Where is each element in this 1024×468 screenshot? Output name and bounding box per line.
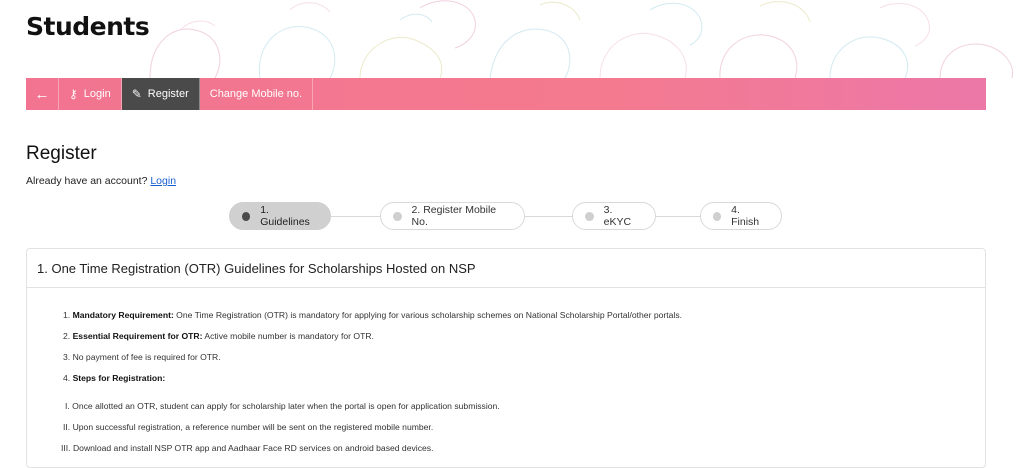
nav-change-mobile-label: Change Mobile no. bbox=[209, 88, 303, 100]
step-dot-icon bbox=[713, 211, 722, 221]
list-item-heading: Steps for Registration: bbox=[72, 373, 166, 383]
top-navbar: ← ⚷ Login ✎ Register Change Mobile no. bbox=[26, 78, 986, 110]
step-register-mobile[interactable]: 2. Register Mobile No. bbox=[380, 202, 525, 230]
back-button[interactable]: ← bbox=[26, 78, 59, 110]
list-item: 4. Steps for Registration: bbox=[63, 373, 165, 383]
list-item-text: Active mobile number is mandatory for OT… bbox=[202, 331, 374, 341]
nav-change-mobile-tab[interactable]: Change Mobile no. bbox=[200, 78, 314, 110]
list-item-number: 1. bbox=[63, 310, 71, 320]
login-link[interactable]: Login bbox=[150, 175, 176, 187]
step-dot-icon bbox=[585, 211, 594, 221]
list-item: 3. No payment of fee is required for OTR… bbox=[63, 352, 221, 362]
nav-login-tab[interactable]: ⚷ Login bbox=[59, 78, 122, 110]
list-item-number: 4. bbox=[63, 373, 71, 383]
registration-stepper: 1. Guidelines 2. Register Mobile No. 3. … bbox=[214, 202, 794, 232]
have-account-text: Already have an account? bbox=[26, 175, 148, 187]
sub-item-text: Download and install NSP OTR app and Aad… bbox=[72, 443, 434, 453]
page-title: Students bbox=[26, 12, 150, 41]
nav-register-label: Register bbox=[147, 88, 189, 100]
step-label: 1. Guidelines bbox=[260, 204, 310, 228]
guidelines-card: 1. One Time Registration (OTR) Guideline… bbox=[26, 248, 986, 468]
sub-item-text: Upon successful registration, a referenc… bbox=[72, 422, 434, 432]
sub-list-item: III. Download and install NSP OTR app an… bbox=[61, 443, 433, 453]
step-dot-icon bbox=[242, 211, 251, 221]
arrow-left-icon: ← bbox=[34, 85, 50, 103]
step-dot-icon bbox=[393, 211, 402, 221]
step-guidelines[interactable]: 1. Guidelines bbox=[229, 202, 331, 230]
step-label: 2. Register Mobile No. bbox=[411, 204, 497, 228]
nav-register-tab[interactable]: ✎ Register bbox=[121, 78, 200, 110]
list-item: 2. Essential Requirement for OTR: Active… bbox=[63, 331, 374, 341]
sub-item-number: III. bbox=[61, 443, 71, 453]
register-title: Register bbox=[26, 143, 97, 164]
sub-item-text: Once allotted an OTR, student can apply … bbox=[72, 401, 500, 411]
edit-icon: ✎ bbox=[131, 87, 142, 101]
sub-list-item: II. Upon successful registration, a refe… bbox=[63, 422, 433, 432]
step-finish[interactable]: 4. Finish bbox=[700, 202, 782, 230]
have-account-line: Already have an account? Login bbox=[26, 175, 176, 187]
list-item-text: No payment of fee is required for OTR. bbox=[72, 352, 221, 362]
list-item-heading: Essential Requirement for OTR: bbox=[72, 331, 203, 341]
key-icon: ⚷ bbox=[69, 87, 78, 101]
list-item-heading: Mandatory Requirement: bbox=[72, 310, 174, 320]
header-banner: Students bbox=[0, 0, 1024, 78]
stepper-connector bbox=[524, 216, 576, 217]
stepper-connector bbox=[330, 216, 382, 217]
nav-login-label: Login bbox=[83, 88, 111, 100]
step-ekyc[interactable]: 3. eKYC bbox=[572, 202, 656, 230]
list-item-number: 2. bbox=[63, 331, 71, 341]
list-item: 1. Mandatory Requirement: One Time Regis… bbox=[63, 310, 682, 320]
step-label: 4. Finish bbox=[731, 204, 760, 228]
sub-list-item: I. Once allotted an OTR, student can app… bbox=[65, 401, 500, 411]
guidelines-title: 1. One Time Registration (OTR) Guideline… bbox=[27, 249, 985, 288]
stepper-connector bbox=[654, 216, 704, 217]
sub-item-number: II. bbox=[63, 422, 71, 432]
list-item-number: 3. bbox=[63, 352, 71, 362]
banner-illustration bbox=[149, 0, 1014, 78]
list-item-text: One Time Registration (OTR) is mandatory… bbox=[173, 310, 683, 320]
sub-item-number: I. bbox=[65, 401, 70, 411]
step-label: 3. eKYC bbox=[603, 204, 632, 228]
